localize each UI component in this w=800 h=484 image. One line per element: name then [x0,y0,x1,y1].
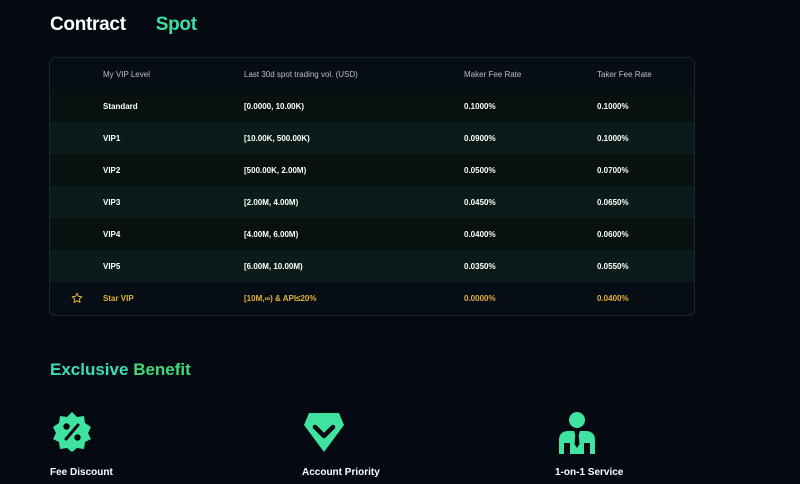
table-row: VIP5 [6.00M, 10.00M) 0.0350% 0.0550% [50,250,694,282]
star-icon [71,292,83,304]
table-row-star-vip: Star VIP [10M,∞) & API≤20% 0.0000% 0.040… [50,282,694,314]
row-volume: [0.0000, 10.00K) [244,101,305,111]
row-volume: [4.00M, 6.00M) [244,229,299,239]
row-volume: [6.00M, 10.00M) [244,261,303,271]
table-row: VIP2 [500.00K, 2.00M) 0.0500% 0.0700% [50,154,694,186]
row-taker: 0.1000% [597,133,629,143]
row-level: VIP4 [103,229,121,239]
row-maker: 0.0350% [464,261,496,271]
row-level: VIP5 [103,261,121,271]
tab-spot[interactable]: Spot [156,14,197,36]
header-vip-level: My VIP Level [103,69,150,79]
header-volume: Last 30d spot trading vol. (USD) [244,69,358,79]
person-service-icon [555,410,599,454]
row-taker: 0.0400% [597,293,629,303]
row-level: VIP1 [103,133,121,143]
shield-check-icon [302,410,346,454]
benefit-fee-discount: Fee Discount [50,410,170,478]
header-maker-fee: Maker Fee Rate [464,69,522,79]
row-level: Star VIP [103,293,134,303]
header-taker-fee: Taker Fee Rate [597,69,652,79]
row-level: VIP2 [103,165,121,175]
table-row: VIP4 [4.00M, 6.00M) 0.0400% 0.0600% [50,218,694,250]
row-volume: [2.00M, 4.00M) [244,197,299,207]
benefit-label: 1-on-1 Service [555,467,624,478]
table-row: VIP1 [10.00K, 500.00K) 0.0900% 0.1000% [50,122,694,154]
benefit-one-on-one-service: 1-on-1 Service [555,410,675,478]
row-maker: 0.0000% [464,293,496,303]
row-maker: 0.0900% [464,133,496,143]
table-header: My VIP Level Last 30d spot trading vol. … [50,58,694,90]
row-taker: 0.1000% [597,101,629,111]
tab-contract[interactable]: Contract [50,14,126,36]
row-maker: 0.0500% [464,165,496,175]
market-tabs: Contract Spot [50,14,197,36]
row-taker: 0.0650% [597,197,629,207]
benefit-label: Account Priority [302,467,380,478]
row-level: Standard [103,101,138,111]
benefit-section-title: Exclusive Benefit [50,360,191,379]
discount-badge-icon [50,410,94,454]
row-taker: 0.0550% [597,261,629,271]
table-row: VIP3 [2.00M, 4.00M) 0.0450% 0.0650% [50,186,694,218]
row-taker: 0.0700% [597,165,629,175]
row-maker: 0.0450% [464,197,496,207]
benefit-account-priority: Account Priority [302,410,422,478]
row-volume: [10.00K, 500.00K) [244,133,310,143]
table-row: Standard [0.0000, 10.00K) 0.1000% 0.1000… [50,90,694,122]
benefit-label: Fee Discount [50,467,113,478]
fee-table: My VIP Level Last 30d spot trading vol. … [49,57,695,316]
row-taker: 0.0600% [597,229,629,239]
row-level: VIP3 [103,197,121,207]
row-maker: 0.1000% [464,101,496,111]
row-maker: 0.0400% [464,229,496,239]
row-volume: [10M,∞) & API≤20% [244,293,317,303]
row-volume: [500.00K, 2.00M) [244,165,307,175]
